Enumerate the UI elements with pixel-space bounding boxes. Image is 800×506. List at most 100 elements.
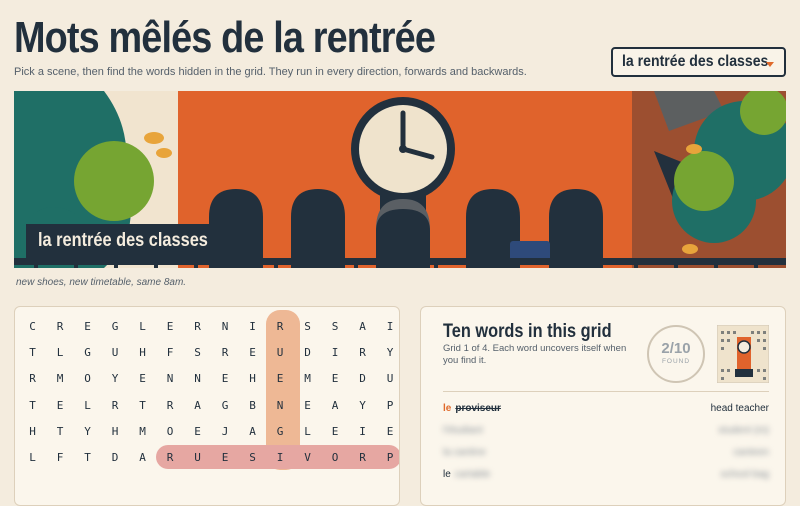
scene-select[interactable]: la rentrée des classes	[611, 47, 786, 77]
grid-cell[interactable]: A	[349, 314, 376, 340]
grid-cell[interactable]: Y	[377, 340, 400, 366]
word-list-item[interactable]: l'étudiant student (m)	[443, 420, 769, 440]
grid-cell[interactable]: F	[47, 445, 74, 471]
grid-cell[interactable]: I	[322, 340, 349, 366]
grid-cell[interactable]: E	[212, 445, 239, 471]
grid-cell[interactable]: O	[74, 366, 101, 392]
word-list-item[interactable]: la cantine canteen	[443, 442, 769, 462]
grid-cell[interactable]: R	[47, 314, 74, 340]
grid-cell[interactable]: L	[74, 393, 101, 419]
grid-cell[interactable]: U	[377, 366, 400, 392]
grid-cell[interactable]: Y	[102, 366, 129, 392]
grid-cell[interactable]: N	[157, 366, 184, 392]
grid-cell[interactable]: R	[19, 366, 46, 392]
grid-cell[interactable]: O	[322, 445, 349, 471]
grid-cell[interactable]: A	[129, 445, 156, 471]
grid-cell[interactable]: A	[184, 393, 211, 419]
grid-cell[interactable]: G	[267, 419, 294, 445]
grid-cell[interactable]: Y	[349, 393, 376, 419]
grid-cell[interactable]: H	[129, 340, 156, 366]
grid-cell[interactable]: E	[47, 393, 74, 419]
grid-cell[interactable]: R	[212, 340, 239, 366]
grid-cell[interactable]: E	[157, 314, 184, 340]
word-list-title-text: Ten words in this grid	[443, 321, 612, 342]
page-title: Mots mêlés de la rentrée	[14, 13, 436, 62]
grid-cell[interactable]: E	[294, 393, 321, 419]
grid-cell[interactable]: D	[102, 445, 129, 471]
grid-cell[interactable]: L	[294, 419, 321, 445]
page-subtitle: Pick a scene, then find the words hidden…	[14, 66, 527, 78]
grid-cell[interactable]: L	[129, 314, 156, 340]
grid-cell[interactable]: U	[102, 340, 129, 366]
grid-cell[interactable]: M	[47, 366, 74, 392]
grid-cell[interactable]: T	[129, 393, 156, 419]
grid-cell[interactable]: N	[267, 393, 294, 419]
grid-cell[interactable]: E	[322, 419, 349, 445]
grid-cell[interactable]: N	[212, 314, 239, 340]
grid-cell[interactable]: E	[74, 314, 101, 340]
grid-cell[interactable]: C	[19, 314, 46, 340]
word-text: l'étudiant	[443, 424, 483, 436]
grid-cell[interactable]: M	[129, 419, 156, 445]
grid-cell[interactable]: R	[157, 393, 184, 419]
grid-cell[interactable]: F	[157, 340, 184, 366]
grid-cell[interactable]: I	[239, 314, 266, 340]
grid-cell[interactable]: R	[349, 340, 376, 366]
grid-cell[interactable]: D	[294, 340, 321, 366]
grid-cell[interactable]: J	[212, 419, 239, 445]
grid-cell[interactable]: I	[349, 419, 376, 445]
grid-cell[interactable]: A	[239, 419, 266, 445]
grid-cell[interactable]: E	[267, 366, 294, 392]
scene-select-value: la rentrée des classes	[622, 53, 769, 70]
grid-cell[interactable]: R	[349, 445, 376, 471]
grid-cell[interactable]: E	[212, 366, 239, 392]
grid-cell[interactable]: P	[377, 445, 400, 471]
grid-cell[interactable]: S	[184, 340, 211, 366]
grid-cell[interactable]: E	[377, 419, 400, 445]
grid-cell[interactable]: E	[239, 340, 266, 366]
word-search-grid-panel: CREGLERNIRSSAITLGUHFSREUDIRYRMOYENNEHEME…	[14, 306, 400, 506]
grid-cell[interactable]: N	[184, 366, 211, 392]
grid-cell[interactable]: E	[129, 366, 156, 392]
grid-cell[interactable]: R	[157, 445, 184, 471]
grid-cell[interactable]: E	[322, 366, 349, 392]
grid-cell[interactable]: T	[47, 419, 74, 445]
grid-cell[interactable]: G	[74, 340, 101, 366]
grid-cell[interactable]: T	[74, 445, 101, 471]
grid-cell[interactable]: P	[377, 393, 400, 419]
grid-cell[interactable]: H	[19, 419, 46, 445]
grid-cell[interactable]: G	[102, 314, 129, 340]
found-count: 2/10	[661, 340, 691, 357]
grid-cell[interactable]: T	[19, 393, 46, 419]
word-entry: la cantine	[443, 447, 486, 458]
grid-cell[interactable]: S	[294, 314, 321, 340]
scene-caption-text: la rentrée des classes	[38, 230, 208, 251]
grid-cell[interactable]: S	[322, 314, 349, 340]
grid-cell[interactable]: R	[184, 314, 211, 340]
grid-cell[interactable]: B	[239, 393, 266, 419]
grid-cell[interactable]: R	[267, 314, 294, 340]
grid-cell[interactable]: H	[239, 366, 266, 392]
grid-cell[interactable]: I	[267, 445, 294, 471]
grid-cell[interactable]: L	[47, 340, 74, 366]
grid-cell[interactable]: A	[322, 393, 349, 419]
word-hint: canteen	[733, 446, 769, 458]
grid-cell[interactable]: L	[19, 445, 46, 471]
grid-cell[interactable]: O	[157, 419, 184, 445]
grid-cell[interactable]: T	[19, 340, 46, 366]
grid-cell[interactable]: S	[239, 445, 266, 471]
word-list-item[interactable]: le proviseur head teacher	[443, 398, 769, 418]
grid-cell[interactable]: Y	[74, 419, 101, 445]
word-list-item[interactable]: le cartable school bag	[443, 464, 769, 484]
grid-cell[interactable]: D	[349, 366, 376, 392]
grid-cell[interactable]: V	[294, 445, 321, 471]
word-list-divider	[443, 391, 769, 392]
grid-cell[interactable]: M	[294, 366, 321, 392]
grid-cell[interactable]: H	[102, 419, 129, 445]
grid-cell[interactable]: G	[212, 393, 239, 419]
grid-cell[interactable]: E	[184, 419, 211, 445]
grid-cell[interactable]: U	[267, 340, 294, 366]
grid-cell[interactable]: I	[377, 314, 400, 340]
grid-cell[interactable]: U	[184, 445, 211, 471]
grid-cell[interactable]: R	[102, 393, 129, 419]
